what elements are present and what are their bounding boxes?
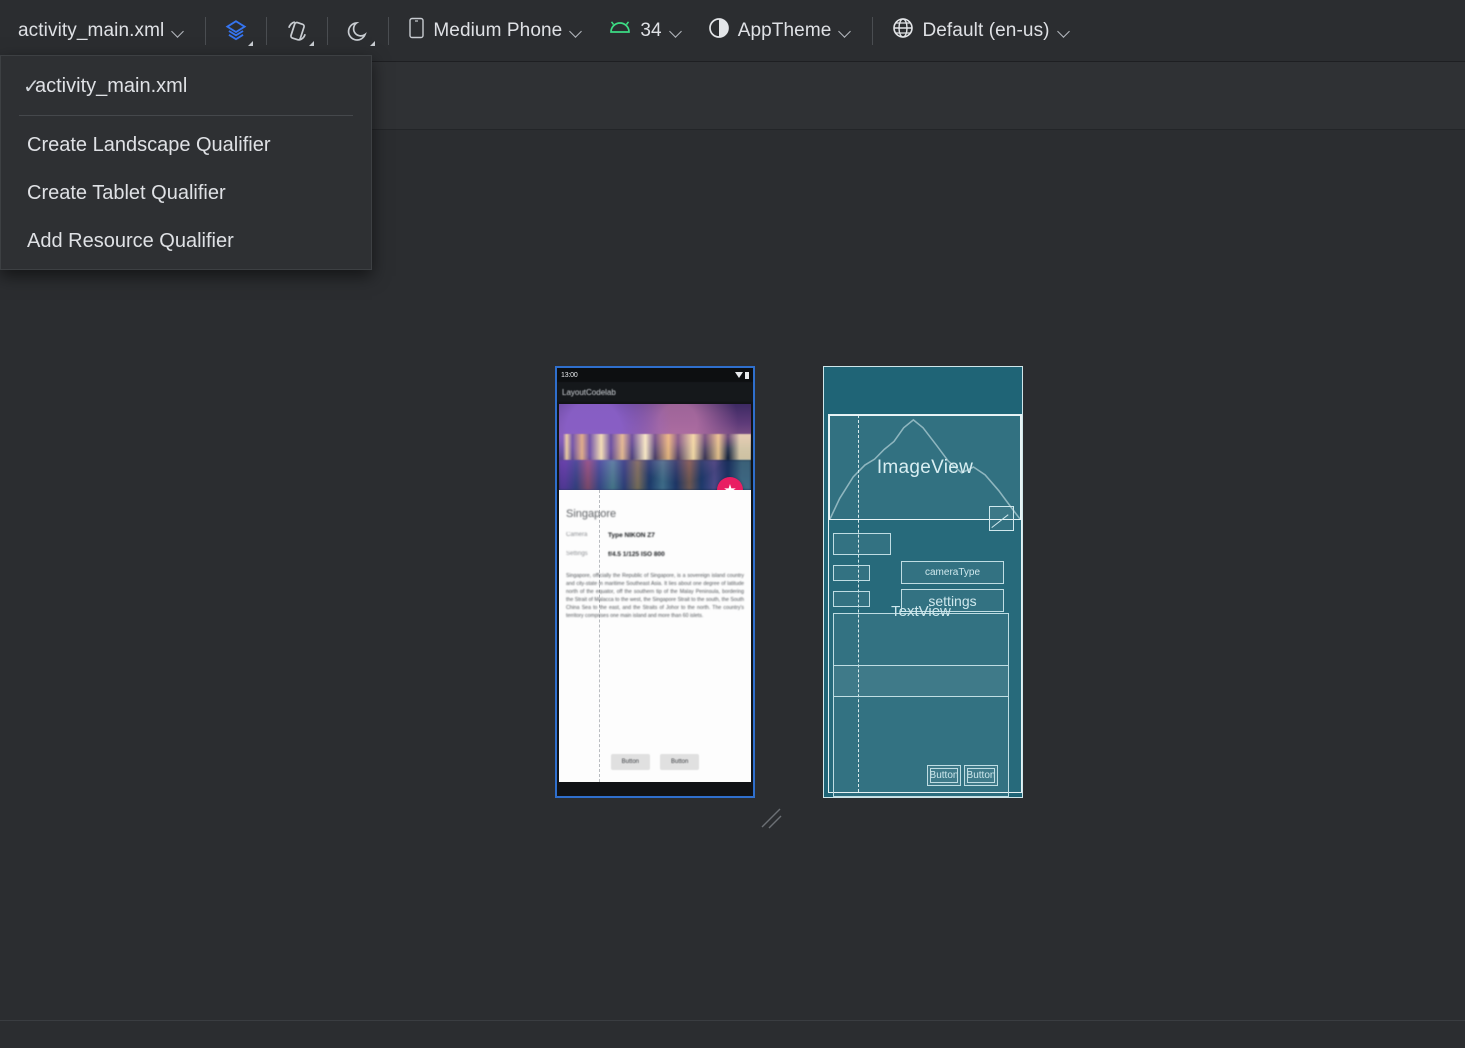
toolbar-divider: [266, 17, 267, 45]
menu-item-create-landscape-qualifier[interactable]: Create Landscape Qualifier: [1, 121, 371, 169]
render-body-text: Singapore, officially the Republic of Si…: [566, 572, 744, 620]
skyline-lights: [559, 434, 751, 460]
chevron-down-icon: [570, 24, 584, 38]
render-meta-value: f/4.5 1/125 ISO 800: [608, 551, 665, 558]
render-status-bar: 13:00: [557, 368, 753, 382]
file-variant-dropdown-menu[interactable]: ✓ activity_main.xml Create Landscape Qua…: [0, 55, 372, 270]
blueprint-button-inner-border: [967, 768, 995, 783]
render-status-time: 13:00: [561, 372, 578, 379]
battery-icon: [745, 372, 749, 379]
theme-contrast-icon: [708, 17, 730, 45]
render-meta-row: Camera Type NIKON Z7: [566, 532, 744, 539]
blueprint-root-layout[interactable]: ImageView cameraType settings TextView B…: [828, 414, 1022, 793]
menu-separator: [19, 115, 353, 116]
image-placeholder-icon: [830, 416, 1020, 519]
phone-icon: [408, 17, 425, 45]
render-app-bar-title: LayoutCodelab: [562, 388, 616, 397]
render-hero-image: ★: [559, 404, 751, 490]
menu-item-create-tablet-qualifier[interactable]: Create Tablet Qualifier: [1, 169, 371, 217]
render-app-bar: LayoutCodelab: [557, 382, 753, 402]
main-toolbar: activity_main.xml: [0, 0, 1465, 62]
chevron-down-icon: [248, 41, 253, 46]
menu-item-label: Create Tablet Qualifier: [27, 182, 226, 205]
chevron-down-icon: [1058, 24, 1072, 38]
blueprint-button-inner-border: [930, 768, 958, 783]
api-level-dropdown[interactable]: 34: [598, 9, 693, 53]
render-meta-label: Settings: [566, 551, 598, 558]
render-button-row: Button Button: [559, 754, 751, 770]
device-selector-label: Medium Phone: [433, 20, 562, 42]
chevron-down-icon: [370, 41, 375, 46]
toolbar-divider: [327, 17, 328, 45]
render-place-title: Singapore: [566, 508, 744, 520]
theme-selector-dropdown[interactable]: AppTheme: [698, 9, 864, 53]
blueprint-cameratype-field[interactable]: cameraType: [901, 561, 1004, 584]
chevron-down-icon: [172, 24, 186, 38]
toolbar-divider: [872, 17, 873, 45]
blueprint-button[interactable]: Button: [927, 765, 961, 786]
api-level-label: 34: [640, 20, 661, 42]
blueprint-preview[interactable]: ImageView cameraType settings TextView B…: [823, 366, 1023, 798]
theme-selector-label: AppTheme: [738, 20, 832, 42]
night-mode-moon-icon[interactable]: [335, 9, 381, 53]
chevron-down-icon: [670, 24, 684, 38]
android-robot-icon: [608, 20, 632, 42]
blueprint-widget-box[interactable]: [833, 591, 870, 607]
device-orientation-rotate-icon[interactable]: [274, 9, 320, 53]
design-blueprint-layers-icon[interactable]: [213, 9, 259, 53]
blueprint-imageview[interactable]: ImageView: [829, 415, 1021, 520]
menu-item-label: activity_main.xml: [35, 75, 187, 98]
image-corner-marker-icon: [989, 506, 1014, 531]
toolbar-divider: [205, 17, 206, 45]
wifi-icon: [735, 372, 743, 378]
menu-item-activity-main-xml[interactable]: ✓ activity_main.xml: [1, 62, 371, 110]
menu-item-label: Add Resource Qualifier: [27, 230, 234, 253]
blueprint-textview-label: TextView: [891, 603, 951, 620]
blueprint-widget-box[interactable]: [833, 565, 870, 581]
chevron-down-icon: [839, 24, 853, 38]
locale-selector-label: Default (en-us): [922, 20, 1049, 42]
device-selector-dropdown[interactable]: Medium Phone: [398, 9, 594, 53]
chevron-down-icon: [309, 41, 314, 46]
file-selector-label: activity_main.xml: [18, 20, 164, 42]
preview-resize-handle[interactable]: [758, 805, 784, 831]
blueprint-status-bar: [824, 367, 1022, 413]
blueprint-widget-box[interactable]: [833, 533, 891, 555]
render-content-card: Singapore Camera Type NIKON Z7 Settings …: [559, 490, 751, 782]
menu-item-add-resource-qualifier[interactable]: Add Resource Qualifier: [1, 217, 371, 265]
globe-icon: [892, 17, 914, 45]
locale-selector-dropdown[interactable]: Default (en-us): [882, 9, 1081, 53]
render-status-icons: [735, 372, 749, 379]
render-meta-row: Settings f/4.5 1/125 ISO 800: [566, 551, 744, 558]
render-meta-label: Camera: [566, 532, 598, 539]
menu-item-label: Create Landscape Qualifier: [27, 134, 270, 157]
file-selector-dropdown[interactable]: activity_main.xml: [14, 9, 196, 53]
render-meta-value: Type NIKON Z7: [608, 532, 655, 539]
render-button[interactable]: Button: [611, 754, 650, 770]
device-render-preview[interactable]: 13:00 LayoutCodelab ★ Singapore Camera T…: [555, 366, 755, 798]
bottom-status-bar: [0, 1020, 1465, 1048]
blueprint-cameratype-label: cameraType: [925, 567, 980, 578]
toolbar-divider: [388, 17, 389, 45]
check-icon: ✓: [1, 74, 35, 99]
blueprint-button[interactable]: Button: [964, 765, 998, 786]
render-button[interactable]: Button: [660, 754, 699, 770]
